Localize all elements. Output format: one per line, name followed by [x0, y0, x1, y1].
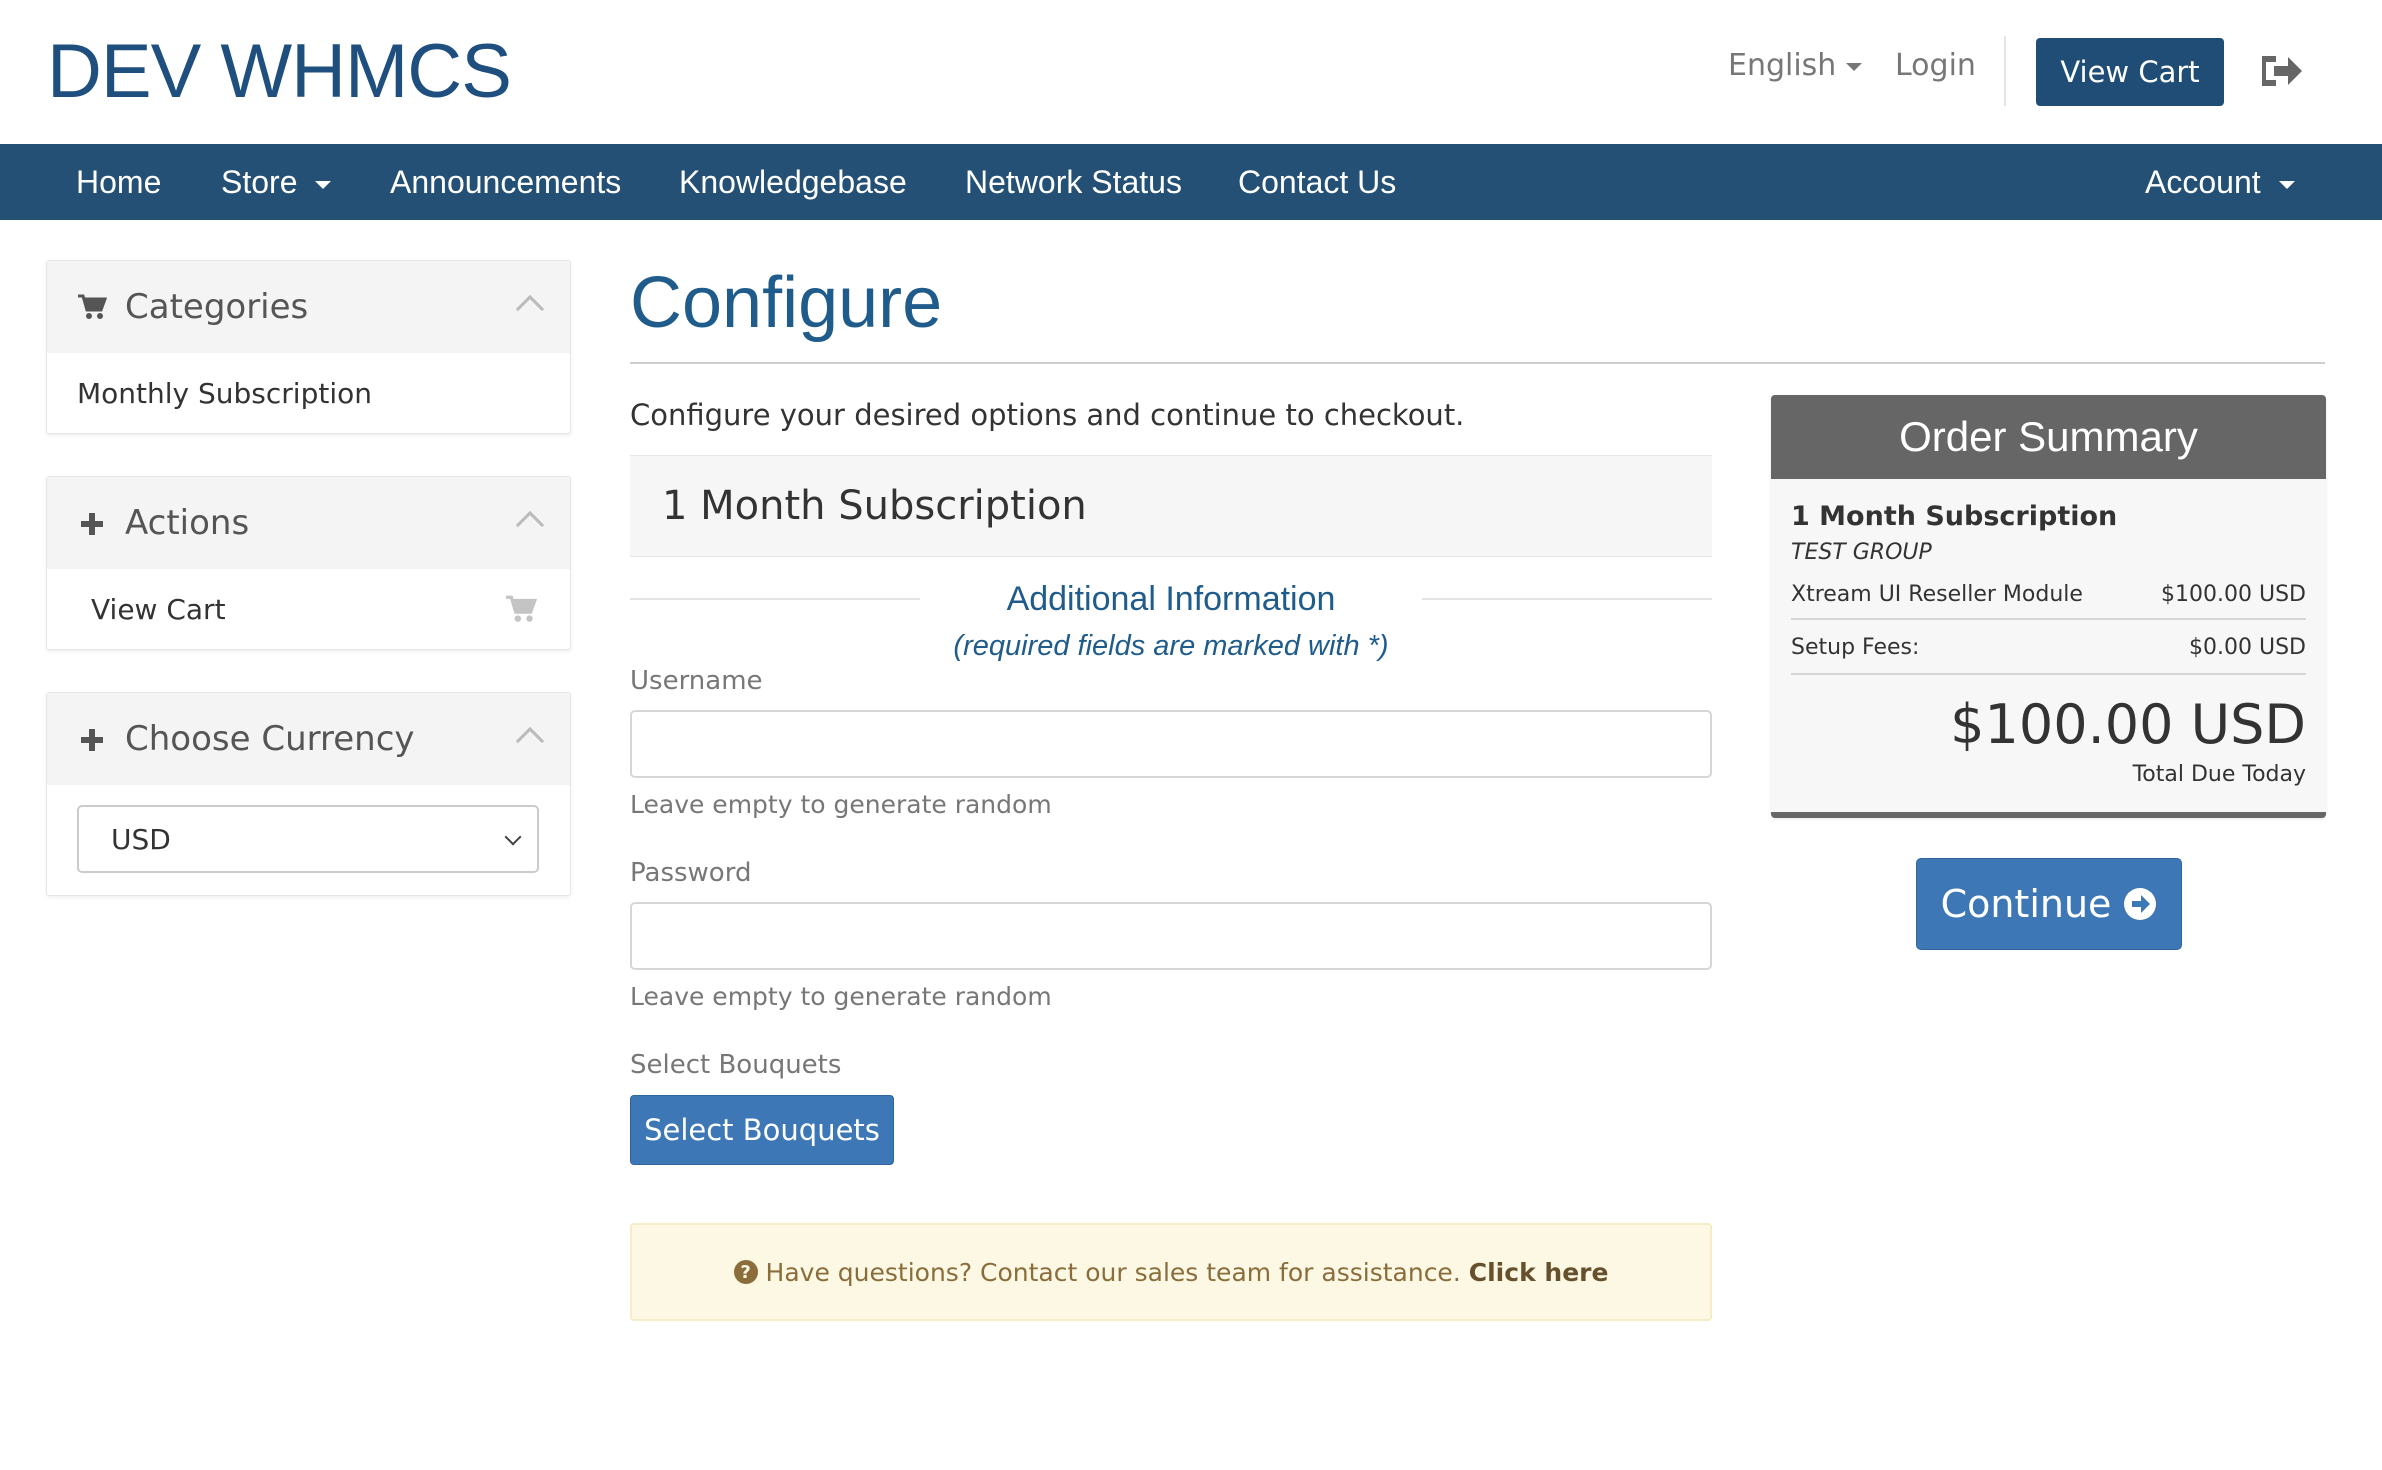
arrow-circle-right-icon — [2124, 888, 2157, 920]
alert-click-here-link[interactable]: Click here — [1469, 1258, 1609, 1287]
view-cart-button[interactable]: View Cart — [2036, 38, 2224, 106]
nav-store-label: Store — [221, 164, 298, 200]
bouquets-label: Select Bouquets — [630, 1050, 842, 1080]
username-help: Leave empty to generate random — [630, 790, 1052, 819]
summary-line-item-price: $100.00 USD — [2161, 582, 2306, 607]
caret-down-icon — [315, 180, 332, 189]
order-summary-title: Order Summary — [1771, 395, 2326, 479]
summary-divider — [1791, 673, 2306, 675]
summary-line-item: Xtream UI Reseller Module $100.00 USD — [1791, 582, 2306, 607]
site-logo[interactable]: DEV WHMCS — [47, 28, 512, 115]
nav-announcements[interactable]: Announcements — [390, 144, 621, 220]
summary-total-label: Total Due Today — [2132, 762, 2306, 787]
categories-title: Categories — [125, 287, 309, 327]
nav-home[interactable]: Home — [76, 144, 161, 220]
header-divider — [2004, 36, 2006, 106]
title-divider — [630, 362, 2325, 364]
currency-panel-header[interactable]: Choose Currency — [47, 693, 570, 785]
chevron-up-icon[interactable] — [515, 726, 545, 756]
username-label: Username — [630, 666, 763, 696]
nav-account-label: Account — [2145, 164, 2261, 200]
summary-total: $100.00 USD — [1950, 693, 2306, 756]
question-circle-icon: ? — [733, 1260, 758, 1284]
password-input[interactable] — [630, 902, 1712, 970]
nav-knowledgebase[interactable]: Knowledgebase — [679, 144, 907, 220]
currency-panel-body: USD — [47, 785, 570, 895]
action-view-cart-label: View Cart — [91, 592, 226, 626]
actions-title: Actions — [125, 503, 250, 543]
required-fields-note: (required fields are marked with *) — [953, 630, 1389, 662]
site-header: DEV WHMCS English Login View Cart — [0, 0, 2382, 144]
chevron-up-icon[interactable] — [515, 294, 545, 324]
login-link[interactable]: Login — [1895, 48, 1976, 83]
chevron-up-icon[interactable] — [515, 510, 545, 540]
nav-contact-us[interactable]: Contact Us — [1238, 144, 1396, 220]
nav-network-status[interactable]: Network Status — [965, 144, 1182, 220]
page-title: Configure — [630, 263, 943, 343]
alert-text: Have questions? Contact our sales team f… — [765, 1257, 1461, 1287]
additional-info-title: Additional Information — [1006, 580, 1336, 618]
summary-setup-price: $0.00 USD — [2189, 635, 2306, 660]
nav-account[interactable]: Account — [2145, 144, 2295, 220]
language-selector[interactable]: English — [1728, 48, 1863, 83]
username-input[interactable] — [630, 710, 1712, 778]
logout-icon[interactable] — [2258, 50, 2304, 92]
language-label: English — [1728, 48, 1837, 83]
summary-product-group: TEST GROUP — [1791, 540, 1932, 565]
currency-title: Choose Currency — [125, 719, 415, 759]
currency-select[interactable]: USD — [77, 805, 539, 873]
caret-down-icon — [2278, 180, 2295, 189]
summary-setup-fees: Setup Fees: $0.00 USD — [1791, 635, 2306, 660]
product-name: 1 Month Subscription — [662, 483, 1087, 529]
plus-icon — [81, 513, 103, 535]
summary-divider — [1791, 618, 2306, 620]
caret-down-icon — [1846, 62, 1863, 71]
plus-icon — [81, 729, 103, 751]
password-help: Leave empty to generate random — [630, 982, 1052, 1011]
shopping-cart-icon — [78, 294, 107, 319]
action-item-view-cart[interactable]: View Cart — [47, 569, 570, 649]
password-label: Password — [630, 858, 752, 888]
summary-product-name: 1 Month Subscription — [1791, 501, 2118, 532]
actions-panel: Actions View Cart — [46, 476, 571, 650]
categories-panel-header[interactable]: Categories — [47, 261, 570, 353]
actions-panel-header[interactable]: Actions — [47, 477, 570, 569]
order-summary: Order Summary 1 Month Subscription TEST … — [1771, 395, 2326, 818]
categories-panel: Categories Monthly Subscription — [46, 260, 571, 434]
continue-label: Continue — [1940, 882, 2112, 926]
select-bouquets-button[interactable]: Select Bouquets — [630, 1095, 894, 1165]
summary-line-item-label: Xtream UI Reseller Module — [1791, 582, 2083, 607]
chevron-down-icon — [504, 828, 522, 846]
continue-button[interactable]: Continue — [1916, 858, 2182, 950]
sales-help-alert: ? Have questions? Contact our sales team… — [630, 1223, 1712, 1321]
main-nav: Home Store Announcements Knowledgebase N… — [0, 144, 2382, 220]
product-name-box: 1 Month Subscription — [630, 455, 1712, 557]
currency-selected-value: USD — [111, 822, 171, 856]
intro-text: Configure your desired options and conti… — [630, 398, 1465, 432]
category-item-monthly-subscription[interactable]: Monthly Subscription — [47, 353, 570, 433]
nav-store[interactable]: Store — [221, 144, 332, 220]
currency-panel: Choose Currency USD — [46, 692, 571, 896]
shopping-cart-icon — [506, 595, 538, 622]
summary-setup-label: Setup Fees: — [1791, 635, 1920, 660]
